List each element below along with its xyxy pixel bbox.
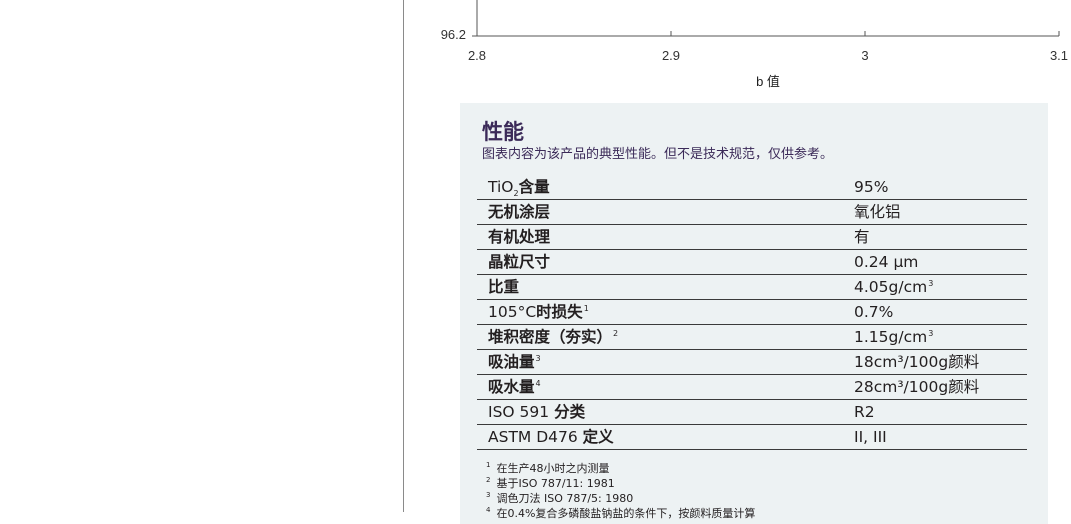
- property-name: 有机处理: [488, 228, 551, 246]
- footnote: 3 调色刀法 ISO 787/5: 1980: [486, 491, 634, 505]
- x-axis-label: b 值: [756, 74, 780, 89]
- property-row: 堆积密度（夯实）2 1.15g/cm3: [477, 325, 1027, 350]
- x-tick-label: 3: [861, 48, 868, 63]
- property-value: 氧化铝: [854, 203, 901, 221]
- property-name: 吸油量3: [488, 353, 541, 371]
- property-row: 吸水量4 28cm³/100g颜料: [477, 375, 1027, 400]
- b-value-chart: 96.22.8 2.9 3 3.1 b 值: [441, 0, 1068, 89]
- property-value: 4.05g/cm3: [854, 278, 934, 296]
- property-name: 比重: [488, 278, 520, 296]
- footnote: 2 基于ISO 787/11: 1981: [486, 476, 615, 490]
- property-value: R2: [854, 403, 875, 421]
- property-name: 105°C时损失1: [488, 303, 589, 321]
- property-name: ISO 591 分类: [488, 403, 586, 421]
- footnote: 1 在生产48小时之内测量: [486, 461, 610, 475]
- property-value: 18cm³/100g颜料: [854, 353, 980, 371]
- panel-subtitle: 图表内容为该产品的典型性能。但不是技术规范，仅供参考。: [482, 147, 834, 162]
- property-name: 晶粒尺寸: [488, 253, 551, 271]
- properties-panel: 性能 图表内容为该产品的典型性能。但不是技术规范，仅供参考。 TiO2含量 95%…: [460, 103, 1048, 524]
- property-name: 吸水量4: [488, 378, 541, 396]
- property-row: 晶粒尺寸 0.24 μm: [477, 250, 1027, 275]
- property-value: II, III: [854, 428, 887, 446]
- property-row: ASTM D476 定义 II, III: [477, 425, 1027, 450]
- property-row: 吸油量3 18cm³/100g颜料: [477, 350, 1027, 375]
- x-tick-label: 2.9: [662, 48, 680, 63]
- property-name: 堆积密度（夯实）2: [488, 328, 619, 346]
- property-row: TiO2含量 95%: [477, 175, 1027, 200]
- property-value: 0.24 μm: [854, 253, 919, 271]
- y-tick-label: 96.2: [441, 27, 466, 42]
- property-value: 有: [854, 228, 870, 246]
- property-value: 1.15g/cm3: [854, 328, 934, 346]
- property-value: 95%: [854, 178, 889, 196]
- footnote: 4 在0.4%复合多磷酸盐钠盐的条件下，按颜料质量计算: [486, 506, 756, 520]
- property-row: ISO 591 分类 R2: [477, 400, 1027, 425]
- property-row: 无机涂层 氧化铝: [477, 200, 1027, 225]
- panel-title: 性能: [482, 120, 524, 144]
- property-name: ASTM D476 定义: [488, 428, 614, 446]
- footnotes: 1 在生产48小时之内测量 2 基于ISO 787/11: 1981 3 调色刀法 ISO…: [486, 461, 755, 521]
- property-value: 0.7%: [854, 303, 894, 321]
- property-row: 比重 4.05g/cm3: [477, 275, 1027, 300]
- property-row: 105°C时损失1 0.7%: [477, 300, 1027, 325]
- properties-table: TiO2含量 95% 无机涂层 氧化铝有机处理 有晶粒尺寸 0.24 μm 比重 4.05g/…: [477, 175, 1027, 450]
- property-name: 无机涂层: [488, 203, 551, 221]
- x-tick-label: 3.1: [1050, 48, 1068, 63]
- x-tick-label: 2.8: [468, 48, 486, 63]
- property-row: 有机处理 有: [477, 225, 1027, 250]
- property-value: 28cm³/100g颜料: [854, 378, 980, 396]
